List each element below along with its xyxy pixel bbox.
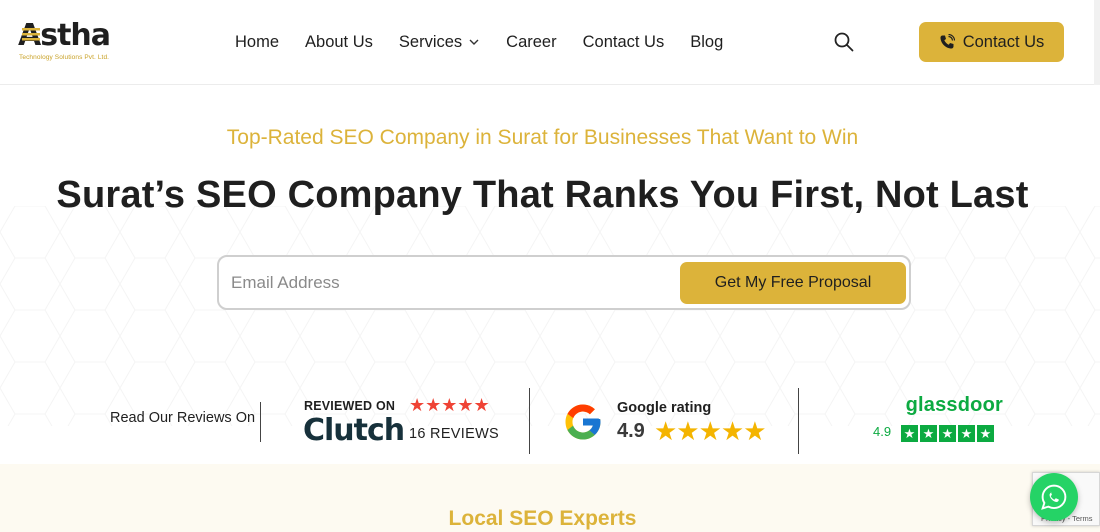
phone-icon	[940, 34, 955, 49]
reviews-label: Read Our Reviews On	[110, 410, 256, 426]
nav-label: About Us	[305, 33, 373, 51]
hero-headline: Surat’s SEO Company That Ranks You First…	[56, 174, 1029, 216]
clutch-stars: ★★★★★	[409, 395, 490, 415]
nav-item-services[interactable]: Services	[399, 30, 480, 54]
google-rating-score: 4.9	[617, 420, 645, 442]
scrollbar[interactable]	[1094, 0, 1100, 85]
nav-label: Home	[235, 33, 280, 51]
clutch-review-count: 16 REVIEWS	[409, 426, 500, 442]
nav-label: Services	[398, 33, 463, 51]
google-g-icon	[565, 404, 601, 440]
contact-us-button[interactable]: Contact Us	[919, 22, 1064, 62]
proposal-form: Get My Free Proposal	[217, 255, 911, 310]
divider	[260, 402, 261, 442]
nav-label: Career	[506, 33, 557, 51]
divider	[529, 388, 530, 454]
nav-item-career[interactable]: Career	[506, 30, 556, 54]
glassdoor-stars: ★ ★ ★ ★ ★	[901, 425, 994, 442]
nav-item-about-us[interactable]: About Us	[305, 30, 373, 54]
clutch-reviewed-on: REVIEWED ON	[304, 399, 396, 413]
get-free-proposal-button[interactable]: Get My Free Proposal	[680, 262, 906, 304]
star-icon: ★	[977, 425, 994, 442]
section-title: Local SEO Experts	[448, 507, 637, 530]
clutch-logo: Clutch	[303, 413, 405, 448]
divider	[798, 388, 799, 454]
hero-section: Top-Rated SEO Company in Surat for Busin…	[0, 86, 1100, 464]
proposal-button-label: Get My Free Proposal	[714, 274, 872, 291]
logo-mark-icon	[22, 28, 40, 41]
clutch-badge[interactable]: REVIEWED ON ★★★★★ Clutch 16 REVIEWS	[303, 395, 513, 448]
star-icon: ★	[958, 425, 975, 442]
page: Astha Technology Solutions Pvt. Ltd. Hom…	[0, 0, 1100, 532]
search-icon	[834, 32, 854, 52]
star-icon: ★	[920, 425, 937, 442]
glassdoor-badge[interactable]: glassdoor 4.9 ★ ★ ★ ★ ★	[873, 394, 1003, 446]
google-rating-badge[interactable]: Google rating 4.9 ★★★★★	[562, 396, 777, 446]
glassdoor-score: 4.9	[873, 424, 892, 439]
local-seo-section: Local SEO Experts	[0, 464, 1100, 532]
search-button[interactable]	[833, 31, 855, 53]
brand-logo[interactable]: Astha Technology Solutions Pvt. Ltd.	[18, 18, 128, 66]
star-icon: ★	[939, 425, 956, 442]
hexagon-pattern-background	[0, 206, 1100, 426]
glassdoor-logo: glassdoor	[905, 394, 1003, 416]
logo-tagline: Technology Solutions Pvt. Ltd.	[19, 54, 110, 61]
site-header: Astha Technology Solutions Pvt. Ltd. Hom…	[0, 0, 1100, 85]
google-rating-title: Google rating	[617, 400, 712, 416]
whatsapp-icon	[1041, 484, 1067, 510]
email-input[interactable]	[231, 265, 671, 301]
chevron-down-icon	[469, 39, 479, 45]
google-rating-stars: ★★★★★	[654, 416, 767, 446]
nav-item-contact-us[interactable]: Contact Us	[583, 30, 665, 54]
hero-eyebrow: Top-Rated SEO Company in Surat for Busin…	[226, 126, 859, 149]
whatsapp-chat-button[interactable]	[1030, 473, 1078, 521]
nav-label: Contact Us	[582, 33, 665, 51]
main-nav: Home About Us Services Career Contact Us…	[235, 30, 749, 54]
star-icon: ★	[901, 425, 918, 442]
nav-item-home[interactable]: Home	[235, 30, 279, 54]
contact-us-label: Contact Us	[962, 32, 1045, 51]
nav-label: Blog	[690, 33, 724, 51]
nav-item-blog[interactable]: Blog	[690, 30, 723, 54]
